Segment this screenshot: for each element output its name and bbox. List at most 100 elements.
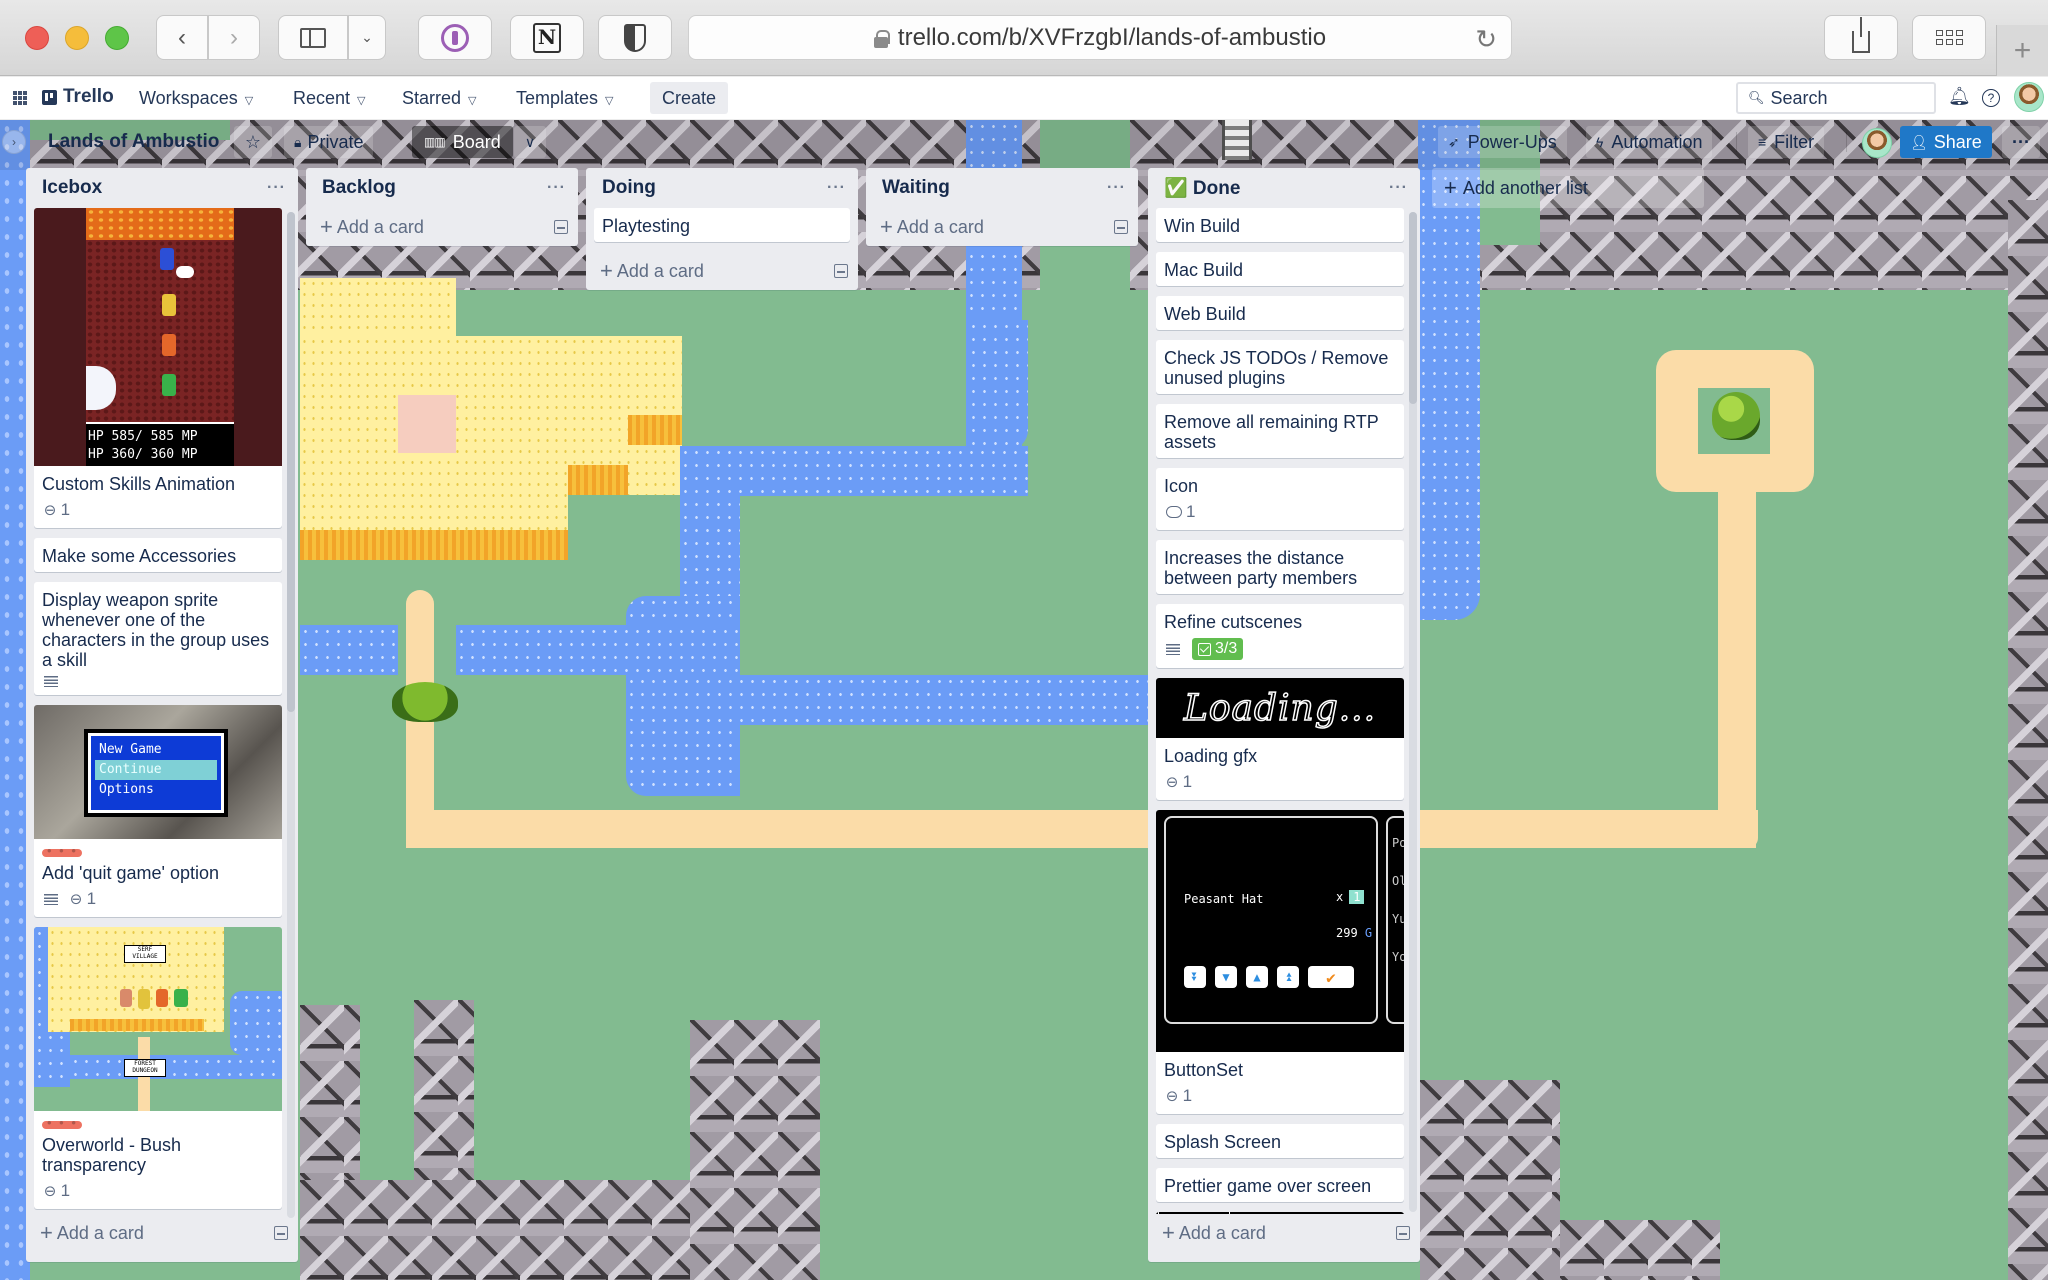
add-card-button[interactable]: + Add a card: [866, 208, 1138, 246]
checklist-badge: 3/3: [1192, 638, 1244, 660]
back-button[interactable]: ‹: [156, 15, 208, 60]
card[interactable]: Po Ol Yu Yo Peasant Hat x1 299 G ⏬︎ ▼ ▲ ⏫︎ …: [1156, 810, 1404, 1114]
chevron-down-icon: ▽: [244, 94, 254, 107]
paperclip-icon: ⊘: [1161, 1085, 1183, 1107]
templates-menu[interactable]: Templates ▽: [516, 85, 614, 111]
list-menu-icon[interactable]: ···: [267, 179, 286, 197]
list-menu-icon[interactable]: ···: [547, 179, 566, 197]
close-window-button[interactable]: [25, 26, 49, 50]
star-board-button[interactable]: ☆: [234, 126, 272, 158]
share-page-button[interactable]: [1824, 15, 1898, 60]
card[interactable]: Win Build: [1156, 208, 1404, 242]
add-card-button[interactable]: + Add a card: [26, 1214, 298, 1252]
trello-logo[interactable]: Trello: [42, 86, 114, 108]
card-template-icon[interactable]: [1396, 1226, 1410, 1240]
share-board-button[interactable]: 👤︎ Share: [1900, 126, 1992, 158]
list-doing: Doing ··· Playtesting + Add a card: [586, 168, 858, 290]
list-scrollbar[interactable]: [287, 212, 295, 1218]
reload-icon[interactable]: ↻: [1475, 24, 1497, 55]
card[interactable]: Web Build: [1156, 296, 1404, 330]
comments-badge: 1: [1166, 502, 1195, 522]
card[interactable]: Display weapon sprite whenever one of th…: [34, 582, 282, 695]
card[interactable]: HP 585/ 585 MP HP 360/ 360 MP Custom Ski…: [34, 208, 282, 528]
list-scrollbar[interactable]: [1409, 212, 1417, 1212]
trello-logo-icon: [42, 89, 57, 105]
add-card-button[interactable]: + Add a card: [306, 208, 578, 246]
list-title[interactable]: Doing: [602, 177, 827, 199]
board-view-button[interactable]: ▥▥ Board: [412, 126, 513, 158]
filter-button[interactable]: ≡ Filter: [1748, 126, 1825, 158]
notifications-bell-icon[interactable]: 🔔︎: [1948, 86, 1971, 107]
card[interactable]: New Game Continue Options Add 'quit game…: [34, 705, 282, 917]
list-menu-icon[interactable]: ···: [1389, 179, 1408, 197]
list-title[interactable]: Icebox: [42, 177, 267, 199]
sidebar-button[interactable]: [278, 15, 348, 60]
card[interactable]: Prettier game over screen: [1156, 1168, 1404, 1202]
new-tab-icon: +: [2013, 33, 2032, 67]
card-template-icon[interactable]: [274, 1226, 288, 1240]
add-card-button[interactable]: + Add a card: [1148, 1214, 1420, 1252]
notion-extension[interactable]: N: [510, 15, 584, 60]
card-template-icon[interactable]: [554, 220, 568, 234]
1password-extension[interactable]: [418, 15, 492, 60]
shop-side-window: Po Ol Yu Yo: [1386, 816, 1404, 1024]
view-switcher-dropdown[interactable]: ∨: [514, 126, 546, 158]
card[interactable]: SERF VILLAGE FOREST DUNGEON Overworld - …: [34, 927, 282, 1209]
card[interactable]: Remove all remaining RTP assets: [1156, 404, 1404, 458]
add-member-icon: 👤︎: [1910, 133, 1928, 150]
card-title: Check JS TODOs / Remove unused plugins: [1164, 348, 1389, 388]
automation-button[interactable]: ϟ Automation: [1586, 126, 1713, 158]
card[interactable]: Playtesting: [594, 208, 850, 242]
tab-overview-button[interactable]: [1912, 15, 1986, 60]
add-card-button[interactable]: + Add a card: [586, 252, 858, 290]
list-menu-icon[interactable]: ···: [1107, 179, 1126, 197]
chevron-down-icon: ⌄: [361, 29, 373, 45]
list-title[interactable]: Backlog: [322, 177, 547, 199]
card[interactable]: Loading... Loading gfx ⊘ 1: [1156, 678, 1404, 800]
power-ups-button[interactable]: ➶ Power-Ups: [1438, 126, 1567, 158]
visibility-button[interactable]: 🔒︎ Private: [284, 126, 374, 158]
expand-sidebar-button[interactable]: ›: [2, 130, 26, 154]
card-label-red[interactable]: [42, 843, 82, 858]
help-icon[interactable]: ?: [1982, 89, 2000, 107]
starred-menu[interactable]: Starred ▽: [402, 85, 477, 111]
card-title: Overworld - Bush transparency: [42, 1135, 182, 1175]
user-avatar[interactable]: [2014, 82, 2044, 112]
browser-toolbar: ‹ › ⌄ N trello.com/b/XVFrzgbI/lands-of-a…: [0, 0, 2048, 76]
minimize-window-button[interactable]: [65, 26, 89, 50]
battle-hud: HP 585/ 585 MP HP 360/ 360 MP: [86, 422, 234, 466]
list-menu-icon[interactable]: ···: [827, 179, 846, 197]
board-menu-button[interactable]: ···: [2002, 126, 2040, 158]
tab-group-dropdown[interactable]: ⌄: [348, 15, 386, 60]
card[interactable]: Increases the distance between party mem…: [1156, 540, 1404, 594]
card[interactable]: Make some Accessories: [34, 538, 282, 572]
card-template-icon[interactable]: [834, 264, 848, 278]
list-title[interactable]: Waiting: [882, 177, 1107, 199]
fullscreen-window-button[interactable]: [105, 26, 129, 50]
card[interactable]: Status Options Save Game End Yunas Lv 6 …: [1156, 1212, 1404, 1214]
workspaces-menu[interactable]: Workspaces ▽: [139, 85, 253, 111]
app-switcher-icon[interactable]: [13, 91, 27, 105]
card[interactable]: Refine cutscenes 3/3: [1156, 604, 1404, 668]
forward-button[interactable]: ›: [208, 15, 260, 60]
add-another-list-button[interactable]: + Add another list: [1432, 168, 1704, 208]
notion-icon: N: [533, 22, 561, 53]
card[interactable]: Splash Screen: [1156, 1124, 1404, 1158]
board-title[interactable]: Lands of Ambustio: [44, 126, 223, 158]
list-title[interactable]: ✅ Done: [1164, 176, 1389, 200]
create-button[interactable]: Create: [650, 82, 729, 114]
search-input[interactable]: 🔍︎ Search: [1736, 82, 1936, 114]
card[interactable]: Check JS TODOs / Remove unused plugins: [1156, 340, 1404, 394]
board-member-avatar[interactable]: [1862, 128, 1892, 158]
recent-menu[interactable]: Recent ▽: [293, 85, 366, 111]
address-bar[interactable]: trello.com/b/XVFrzgbI/lands-of-ambustio …: [688, 15, 1512, 60]
card[interactable]: Icon 1: [1156, 468, 1404, 530]
list-waiting: Waiting ··· + Add a card: [866, 168, 1138, 246]
star-icon: ☆: [244, 131, 262, 152]
new-tab-button[interactable]: +: [1996, 25, 2048, 76]
card[interactable]: Mac Build: [1156, 252, 1404, 286]
village-sign: SERF VILLAGE: [124, 945, 166, 963]
privacy-extension[interactable]: [598, 15, 672, 60]
card-template-icon[interactable]: [1114, 220, 1128, 234]
card-label-red[interactable]: [42, 1115, 82, 1130]
